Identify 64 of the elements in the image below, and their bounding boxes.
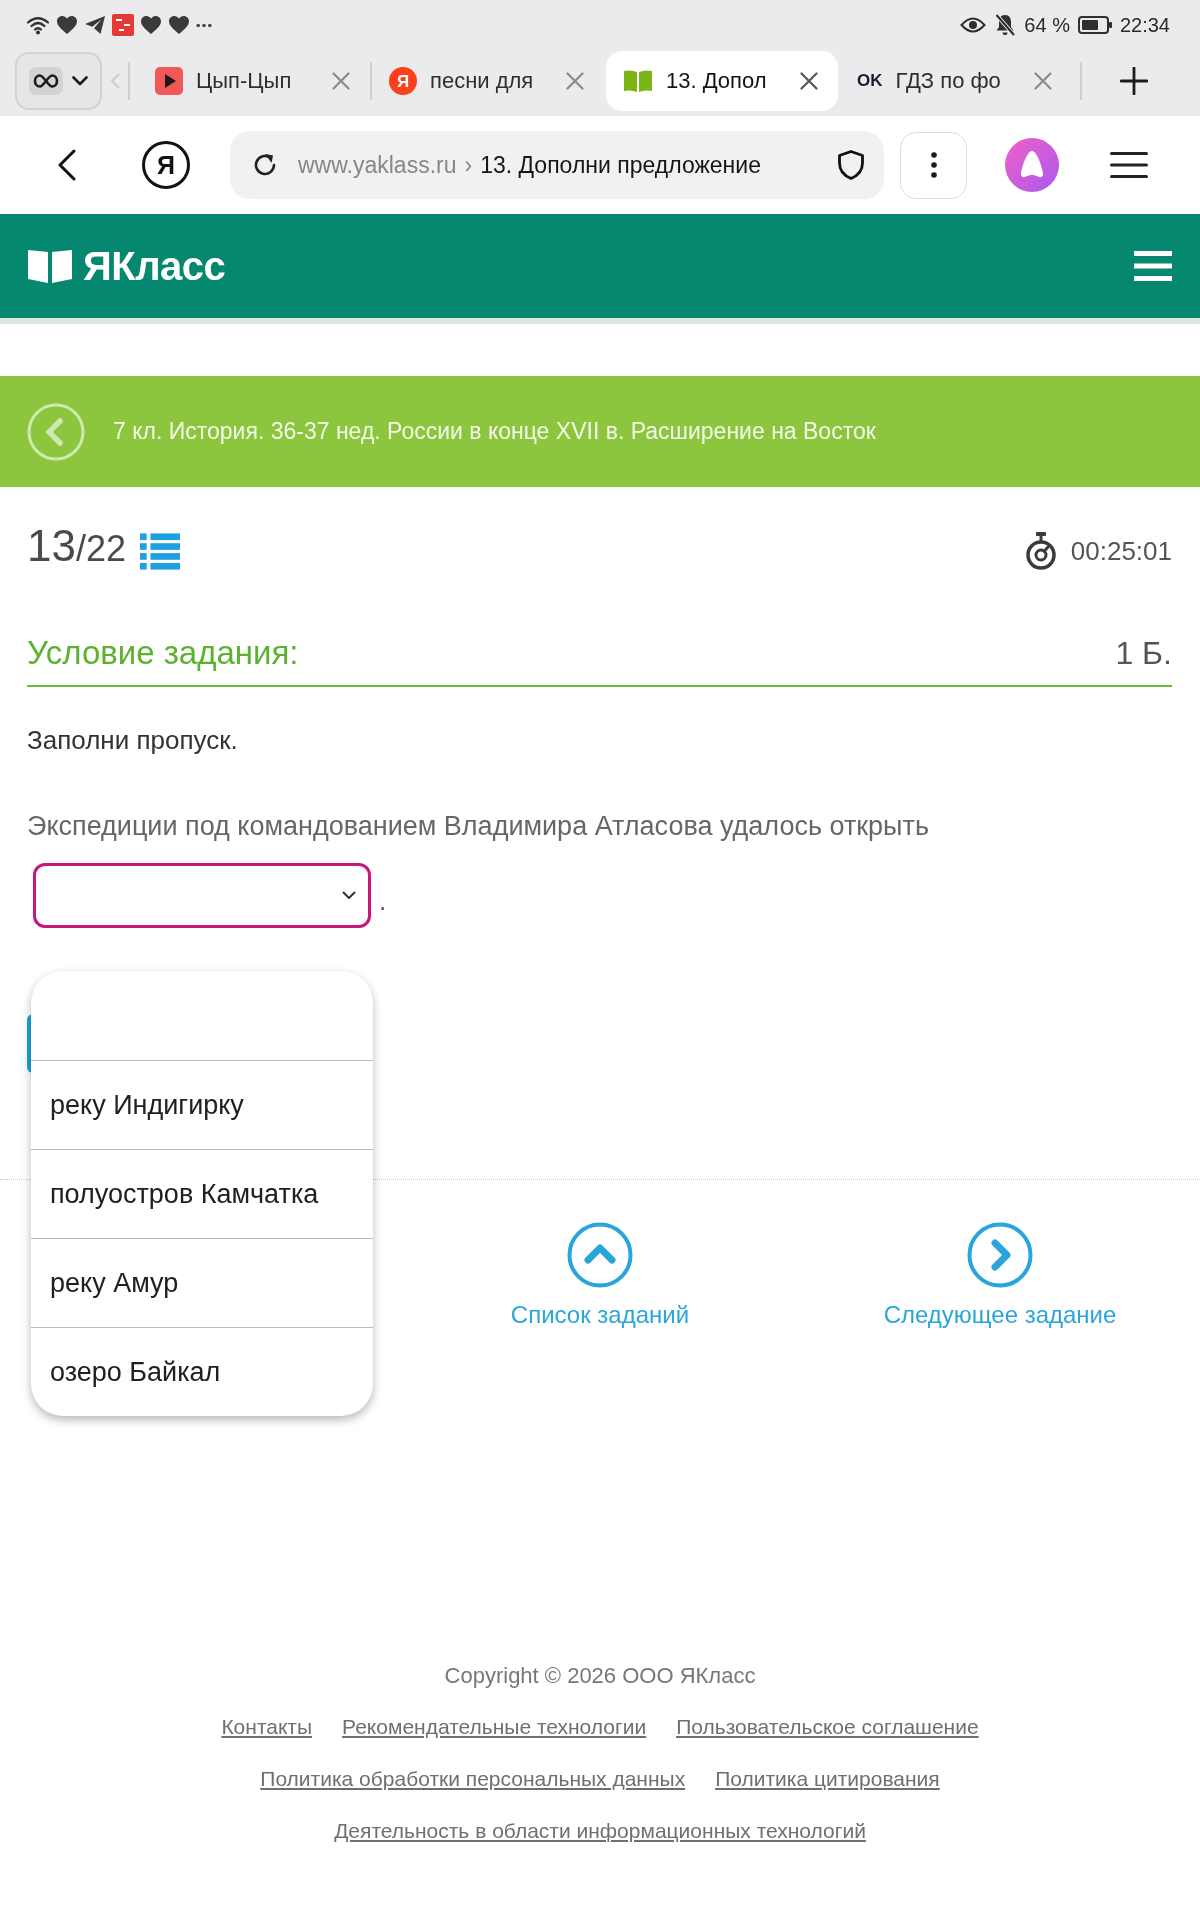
open-book-icon: [27, 248, 73, 284]
dropdown-field[interactable]: [33, 863, 371, 928]
close-icon[interactable]: [800, 72, 818, 90]
infinity-icon: [29, 67, 63, 95]
heart-icon: [56, 15, 78, 35]
browser-tab[interactable]: 13. Допол: [606, 51, 838, 111]
plus-icon[interactable]: [1120, 67, 1148, 95]
copyright-text: Copyright © 2026 ООО ЯКласс: [444, 1662, 756, 1690]
tab-group-button[interactable]: [15, 52, 102, 110]
footer-link[interactable]: Рекомендательные технологии: [342, 1712, 647, 1742]
clock-time: 22:34: [1119, 13, 1170, 37]
favicon-text: OK: [857, 71, 883, 91]
instruction-text: Заполни пропуск.: [27, 724, 239, 757]
wifi-icon: [26, 15, 50, 35]
question-text: Экспедиции под командованием Владимира Атласова удалось открыть: [27, 810, 930, 843]
more-dots-icon: [196, 22, 212, 28]
battery-icon: [1077, 16, 1112, 34]
url-domain: www.yaklass.ru: [298, 151, 457, 179]
dropdown-option[interactable]: озеро Байкал: [31, 1327, 373, 1416]
section-heading: Условие задания:: [27, 633, 299, 673]
url-separator: ›: [464, 151, 473, 179]
stopwatch-icon: [1024, 532, 1057, 570]
browser-tab[interactable]: Цып-Цып: [138, 51, 370, 111]
back-icon[interactable]: [58, 149, 76, 181]
dropdown-option[interactable]: реку Амур: [31, 1238, 373, 1327]
sentence-period: .: [379, 886, 387, 916]
heart-icon: [168, 15, 190, 35]
bell-off-icon: [994, 13, 1017, 37]
play-tile-icon: [155, 67, 183, 95]
logo-text[interactable]: ЯКласс: [83, 243, 226, 289]
page-title: 13. Дополни предложение: [480, 151, 761, 179]
chevron-down-icon: [72, 76, 88, 86]
footer-link[interactable]: Деятельность в области информационных технологий: [334, 1816, 866, 1846]
dropdown-option[interactable]: полуостров Камчатка: [31, 1149, 373, 1238]
footer-link[interactable]: Пользовательское соглашение: [676, 1712, 979, 1742]
address-bar[interactable]: www.yaklass.ru › 13. Дополни предложение: [230, 131, 884, 199]
timer-text: 00:25:01: [1070, 535, 1172, 567]
home-logo-button[interactable]: Я: [142, 141, 190, 189]
footer-link[interactable]: Контакты: [221, 1712, 313, 1742]
points-text: 1 Б.: [1115, 634, 1172, 673]
chevron-down-icon: [342, 891, 356, 900]
browser-tab[interactable]: OK ГДЗ по фо: [840, 51, 1072, 111]
circle-chevron-up-icon: [567, 1222, 633, 1288]
task-counter: 13/22: [27, 521, 126, 572]
app-tile-icon: [112, 14, 134, 36]
chevron-left-icon: [110, 73, 120, 89]
shield-icon[interactable]: [838, 150, 864, 180]
heart-icon: [140, 15, 162, 35]
eye-icon: [960, 16, 987, 34]
menu-icon[interactable]: [1110, 152, 1148, 178]
more-vertical-icon: [930, 152, 937, 178]
footer-link[interactable]: Политика обработки персональных данных: [260, 1764, 686, 1794]
battery-percent: 64 %: [1024, 13, 1070, 37]
dropdown-option[interactable]: реку Индигирку: [31, 1060, 373, 1149]
book-icon: [623, 69, 653, 93]
reload-icon[interactable]: [252, 152, 278, 178]
button-edge[interactable]: [27, 1014, 33, 1073]
list-icon[interactable]: [140, 532, 180, 570]
round-logo-icon[interactable]: [1005, 138, 1059, 192]
paper-plane-icon: [84, 15, 106, 35]
favicon-letter: Я: [389, 67, 417, 95]
browser-tab[interactable]: Я песни для: [372, 51, 604, 111]
circle-chevron-right-icon: [967, 1222, 1033, 1288]
footer-link[interactable]: Политика цитирования: [715, 1764, 940, 1794]
